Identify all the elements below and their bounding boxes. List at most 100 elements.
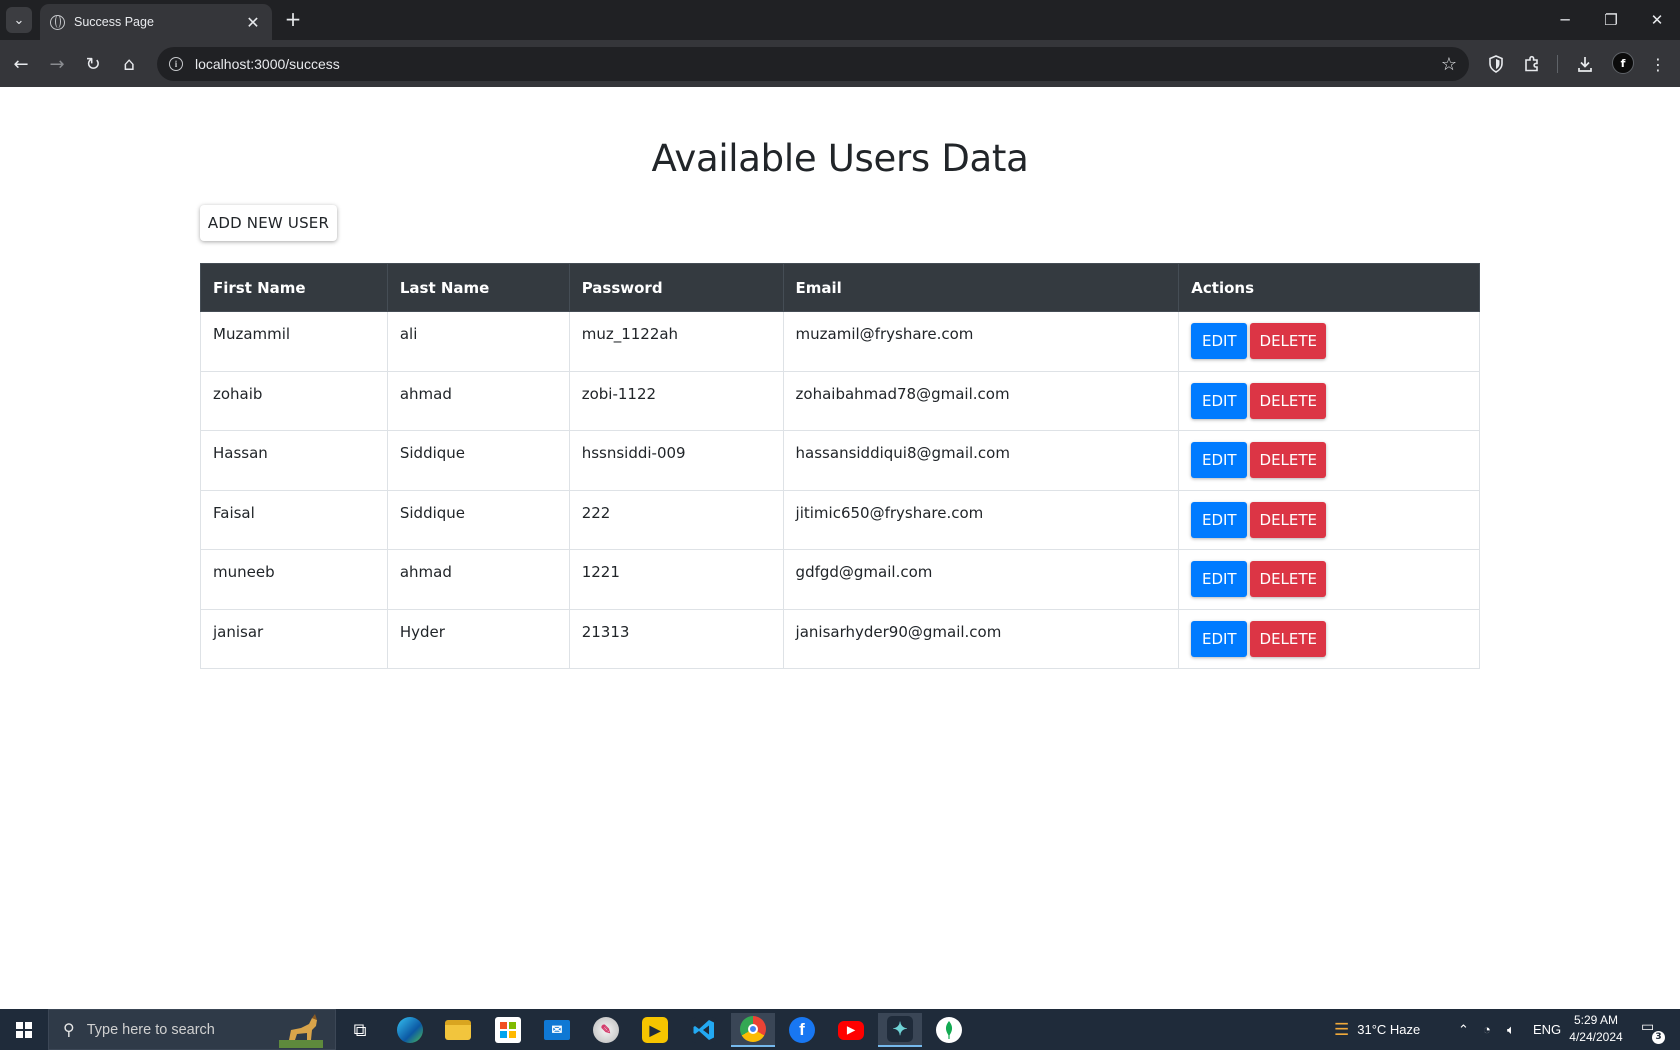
download-icon[interactable] — [1574, 53, 1596, 75]
file-explorer-icon[interactable] — [436, 1013, 480, 1047]
notification-count-badge: 3 — [1652, 1031, 1665, 1044]
facebook-icon[interactable]: f — [780, 1013, 824, 1047]
table-row: muneeb ahmad 1221 gdfgd@gmail.com EDIT DE… — [200, 549, 1480, 610]
windows-logo-icon — [16, 1021, 32, 1038]
minimize-button[interactable]: ─ — [1542, 0, 1588, 40]
cell-last-name: Siddique — [386, 489, 570, 550]
chrome-browser-icon[interactable] — [731, 1013, 775, 1047]
network-icon[interactable]: ◔ — [1483, 1009, 1491, 1050]
tray-expand-chevron-icon[interactable]: ⌃ — [1458, 1009, 1469, 1050]
more-menu-icon[interactable]: ⋮ — [1647, 53, 1669, 75]
cell-password: 222 — [568, 489, 784, 550]
table-row: Muzammil ali muz_1122ah muzamil@fryshare… — [200, 311, 1480, 372]
cell-actions: EDIT DELETE — [1178, 489, 1480, 550]
clock-date: 4/24/2024 — [1569, 1030, 1623, 1044]
system-clock[interactable]: 5:29 AM 4/24/2024 — [1553, 1012, 1639, 1046]
cell-last-name: Hyder — [386, 608, 570, 669]
delete-button[interactable]: DELETE — [1250, 620, 1327, 657]
paint-app-icon[interactable]: ✎ — [584, 1013, 628, 1047]
home-icon[interactable]: ⌂ — [116, 51, 142, 77]
cell-email: jitimic650@fryshare.com — [782, 489, 1180, 550]
cell-last-name: ahmad — [386, 370, 570, 431]
tab-search-chevron-icon[interactable]: ⌄ — [6, 7, 32, 33]
bookmark-star-icon[interactable]: ☆ — [1441, 54, 1457, 75]
cell-actions: EDIT DELETE — [1178, 370, 1480, 431]
url-text[interactable]: localhost:3000/success — [195, 56, 1441, 72]
forward-arrow-icon[interactable]: → — [44, 51, 70, 77]
edit-button[interactable]: EDIT — [1191, 501, 1248, 538]
mail-icon[interactable]: ✉ — [535, 1013, 579, 1047]
delete-button[interactable]: DELETE — [1250, 561, 1327, 598]
table-header-row: First Name Last Name Password Email Acti… — [200, 263, 1480, 312]
site-info-icon[interactable]: i — [169, 57, 183, 71]
reload-icon[interactable]: ↻ — [80, 51, 106, 77]
new-tab-button[interactable]: + — [281, 8, 305, 32]
tab-title: Success Page — [74, 15, 154, 29]
task-view-icon[interactable]: ⧉ — [338, 1013, 382, 1047]
vscode-icon[interactable] — [682, 1013, 726, 1047]
restore-button[interactable]: ❐ — [1588, 0, 1634, 40]
delete-button[interactable]: DELETE — [1250, 442, 1327, 479]
edit-button[interactable]: EDIT — [1191, 620, 1248, 657]
start-button[interactable] — [0, 1009, 48, 1050]
cell-first-name: muneeb — [200, 549, 388, 610]
cell-password: muz_1122ah — [568, 311, 784, 372]
search-icon: ⚲ — [63, 1020, 75, 1039]
volume-icon[interactable]: 🔈︎ — [1507, 1009, 1515, 1050]
cell-email: gdfgd@gmail.com — [782, 549, 1180, 610]
add-new-user-button[interactable]: ADD NEW USER — [200, 205, 337, 241]
delete-button[interactable]: DELETE — [1250, 323, 1327, 360]
address-bar[interactable]: i localhost:3000/success ☆ — [157, 47, 1469, 81]
browser-toolbar: ← → ↻ ⌂ i localhost:3000/success ☆ ⋮ — [0, 40, 1680, 87]
browser-tab-bar: ⌄ Success Page ✕ + ─ ❐ ✕ — [0, 0, 1680, 40]
tab-close-icon[interactable]: ✕ — [244, 13, 262, 32]
table-row: Hassan Siddique hssnsiddi-009 hassansidd… — [200, 430, 1480, 491]
header-last-name: Last Name — [386, 263, 570, 312]
cell-password: 1221 — [568, 549, 784, 610]
weather-widget[interactable]: ☰ 31°C Haze — [1334, 1009, 1420, 1050]
table-row: zohaib ahmad zobi-1122 zohaibahmad78@gma… — [200, 370, 1480, 431]
search-highlight-dog-icon — [279, 1014, 323, 1048]
weather-text: 31°C Haze — [1357, 1022, 1421, 1037]
youtube-icon[interactable]: ▶ — [829, 1013, 873, 1047]
cell-password: 21313 — [568, 608, 784, 669]
header-actions: Actions — [1178, 263, 1480, 312]
cell-email: muzamil@fryshare.com — [782, 311, 1180, 372]
cell-first-name: Hassan — [200, 430, 388, 491]
edit-button[interactable]: EDIT — [1191, 382, 1248, 419]
delete-button[interactable]: DELETE — [1250, 382, 1327, 419]
shield-extension-icon[interactable] — [1485, 53, 1507, 75]
cell-actions: EDIT DELETE — [1178, 549, 1480, 610]
extensions-puzzle-icon[interactable] — [1521, 53, 1543, 75]
delete-button[interactable]: DELETE — [1250, 501, 1327, 538]
header-password: Password — [568, 263, 784, 312]
ai-app-icon[interactable]: ✦ — [878, 1013, 922, 1047]
media-player-icon[interactable]: ▶ — [633, 1013, 677, 1047]
page-content: Available Users Data ADD NEW USER First … — [0, 87, 1680, 1009]
cell-first-name: janisar — [200, 608, 388, 669]
clock-time: 5:29 AM — [1573, 1013, 1619, 1027]
cell-first-name: Muzammil — [200, 311, 388, 372]
microsoft-store-icon[interactable] — [486, 1013, 530, 1047]
cell-password: hssnsiddi-009 — [568, 430, 784, 491]
edit-button[interactable]: EDIT — [1191, 561, 1248, 598]
toolbar-divider — [1557, 55, 1558, 73]
cell-last-name: Siddique — [386, 430, 570, 491]
edge-browser-icon[interactable] — [388, 1013, 432, 1047]
taskbar-search-box[interactable]: ⚲ Type here to search — [48, 1009, 336, 1050]
mongodb-compass-icon[interactable] — [927, 1013, 971, 1047]
back-arrow-icon[interactable]: ← — [8, 51, 34, 77]
page-title: Available Users Data — [651, 137, 1029, 180]
profile-avatar[interactable]: f — [1612, 52, 1634, 74]
edit-button[interactable]: EDIT — [1191, 323, 1248, 360]
header-first-name: First Name — [200, 263, 388, 312]
cell-last-name: ahmad — [386, 549, 570, 610]
cell-actions: EDIT DELETE — [1178, 430, 1480, 491]
edit-button[interactable]: EDIT — [1191, 442, 1248, 479]
close-window-button[interactable]: ✕ — [1634, 0, 1680, 40]
weather-haze-icon: ☰ — [1334, 1019, 1350, 1039]
browser-tab-active[interactable]: Success Page ✕ — [40, 4, 272, 40]
header-email: Email — [782, 263, 1180, 312]
cell-first-name: Faisal — [200, 489, 388, 550]
users-table: First Name Last Name Password Email Acti… — [200, 263, 1480, 669]
